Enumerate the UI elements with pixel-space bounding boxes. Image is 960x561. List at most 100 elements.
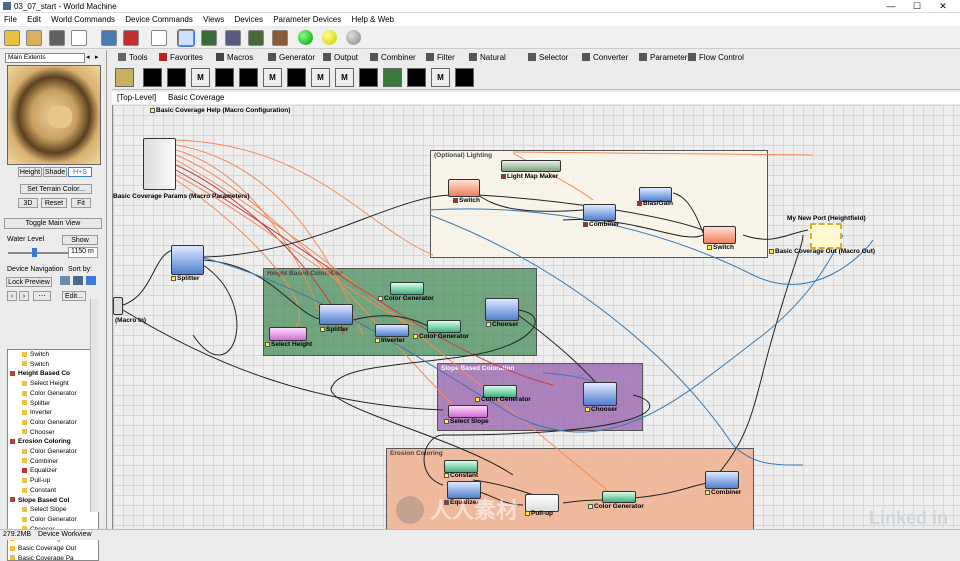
category-tab-generator[interactable]: Generator (268, 53, 315, 62)
category-tab-combiner[interactable]: Combiner (370, 53, 416, 62)
explorer-view-icon[interactable] (225, 30, 241, 46)
terrain-preview[interactable] (7, 65, 101, 165)
tree-item[interactable]: Chooser (22, 429, 55, 438)
lock-preview-button[interactable]: Lock Preview (6, 277, 52, 287)
tree-item[interactable]: Equalizer (22, 467, 57, 476)
node-color-generator-4[interactable] (602, 491, 636, 503)
node-combiner-2[interactable] (705, 471, 739, 489)
tree-item[interactable]: Color Generator (22, 448, 77, 457)
macro-device-8[interactable]: M (335, 68, 354, 87)
tree-item[interactable]: Splitter (22, 400, 50, 409)
tree-item[interactable]: Basic Coverage Out (10, 545, 76, 554)
new-world-icon[interactable] (4, 30, 20, 46)
node-switch[interactable] (448, 179, 480, 197)
device-slot-1[interactable] (167, 68, 186, 87)
tree-scrollbar[interactable] (90, 299, 99, 512)
menu-device-commands[interactable]: Device Commands (121, 13, 197, 24)
menu-parameter-devices[interactable]: Parameter Devices (269, 13, 345, 24)
fit-view-button[interactable]: Fit (71, 198, 91, 208)
chevron-left-icon[interactable]: ◂ (86, 53, 94, 63)
node-params[interactable] (143, 138, 176, 190)
reset-view-button[interactable]: Reset (41, 198, 67, 208)
view-mode-shade[interactable]: Shade (43, 167, 67, 177)
build-icon[interactable] (101, 30, 117, 46)
category-tab-converter[interactable]: Converter (582, 53, 628, 62)
build-checked-icon[interactable] (123, 30, 139, 46)
edit-button[interactable]: Edit... (62, 291, 86, 301)
node-select-slope[interactable] (448, 405, 488, 418)
show-water-button[interactable]: Show (62, 235, 98, 245)
menu-world-commands[interactable]: World Commands (47, 13, 119, 24)
category-tab-natural[interactable]: Natural (469, 53, 506, 62)
category-tab-tools[interactable]: Tools (118, 53, 148, 62)
tree-item[interactable]: Slope Based Col (10, 497, 69, 506)
layout-view-icon[interactable] (201, 30, 217, 46)
nav-up-icon[interactable]: ⋯ (33, 291, 51, 301)
node-chooser[interactable] (485, 298, 519, 321)
build-green-icon[interactable] (298, 30, 313, 45)
build-gray-icon[interactable] (346, 30, 361, 45)
slider-thumb[interactable] (32, 248, 37, 257)
menu-views[interactable]: Views (199, 13, 228, 24)
device-slot-10[interactable] (383, 68, 402, 87)
texture-view-icon[interactable] (272, 30, 288, 46)
terrain-view-icon[interactable] (248, 30, 264, 46)
extents-select[interactable]: Main Extents (5, 53, 85, 63)
device-slot-9[interactable] (359, 68, 378, 87)
set-terrain-color-button[interactable]: Set Terrain Color... (20, 184, 92, 194)
sort-group-icon[interactable] (86, 276, 96, 285)
tree-item[interactable]: Select Height (22, 380, 69, 389)
device-slot-13[interactable] (455, 68, 474, 87)
close-button[interactable]: ✕ (930, 0, 956, 13)
tree-item[interactable]: Combiner (22, 458, 58, 467)
node-light-map-maker[interactable] (501, 160, 561, 172)
device-workview-canvas[interactable]: (Optional) Lighting Height Based Colorat… (112, 105, 960, 529)
sort-type-icon[interactable] (73, 276, 83, 285)
water-level-value[interactable]: 1150 m (68, 247, 98, 258)
node-chooser-2[interactable] (583, 382, 617, 406)
open-folder-icon[interactable] (26, 30, 42, 46)
chevron-right-icon[interactable]: ▸ (95, 53, 103, 63)
folder-device-icon[interactable] (115, 68, 134, 87)
node-color-generator-2[interactable] (427, 320, 461, 333)
device-slot-0[interactable] (143, 68, 162, 87)
node-combiner[interactable] (583, 204, 616, 221)
menu-help-web[interactable]: Help & Web (347, 13, 398, 24)
node-my-new-port[interactable] (810, 223, 842, 249)
water-level-slider[interactable] (8, 252, 68, 254)
node-select-height[interactable] (269, 327, 307, 341)
tree-item[interactable]: Height Based Co (10, 370, 70, 379)
macro-device-2[interactable]: M (191, 68, 210, 87)
menu-edit[interactable]: Edit (23, 13, 45, 24)
node-color-generator[interactable] (390, 282, 424, 295)
view-mode-height[interactable]: Height (18, 167, 42, 177)
node-splitter-2[interactable] (319, 304, 353, 325)
tree-item[interactable]: Color Generator (22, 390, 77, 399)
build-yellow-icon[interactable] (322, 30, 337, 45)
view-3d-button[interactable]: 3D (18, 198, 38, 208)
macro-device-7[interactable]: M (311, 68, 330, 87)
menu-file[interactable]: File (0, 13, 21, 24)
tree-item[interactable]: Basic Coverage Pa (10, 555, 74, 560)
tree-item[interactable]: Switch (22, 361, 49, 370)
tree-item[interactable]: Inverter (22, 409, 52, 418)
menu-devices[interactable]: Devices (231, 13, 267, 24)
device-slot-4[interactable] (239, 68, 258, 87)
node-switch-2[interactable] (703, 226, 736, 244)
tree-item[interactable]: Select Slope (22, 506, 67, 515)
device-slot-3[interactable] (215, 68, 234, 87)
properties-icon[interactable] (71, 30, 87, 46)
toggle-main-view-button[interactable]: Toggle Main View (4, 218, 102, 229)
view-mode-hs[interactable]: H+S (68, 167, 92, 177)
category-tab-selector[interactable]: Selector (528, 53, 568, 62)
node-macro-in[interactable] (113, 297, 123, 315)
category-tab-filter[interactable]: Filter (426, 53, 455, 62)
category-tab-flow-control[interactable]: Flow Control (688, 53, 744, 62)
device-slot-11[interactable] (407, 68, 426, 87)
tree-item[interactable]: Color Generator (22, 419, 77, 428)
device-slot-6[interactable] (287, 68, 306, 87)
device-workview-icon[interactable] (177, 29, 195, 47)
macro-device-12[interactable]: M (431, 68, 450, 87)
tree-item[interactable]: Switch (22, 351, 49, 360)
category-tab-macros[interactable]: Macros (216, 53, 253, 62)
